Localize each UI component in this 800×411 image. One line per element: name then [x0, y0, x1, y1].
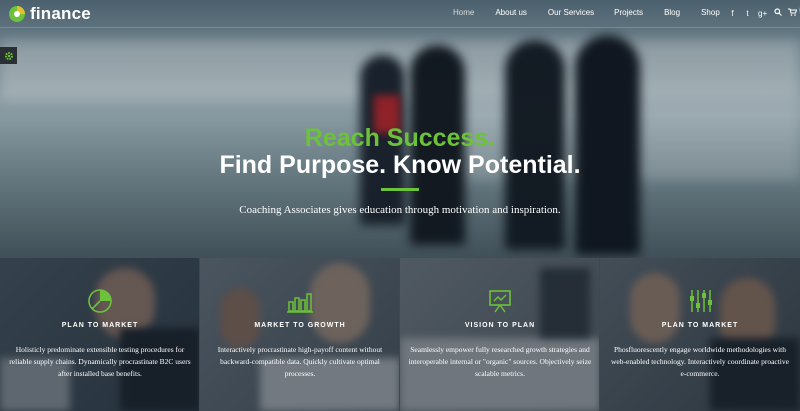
feature-card[interactable]: MARKET TO GROWTH Interactively procrasti… [200, 258, 400, 411]
card-title: PLAN TO MARKET [61, 322, 139, 329]
card-title: PLAN TO MARKET [661, 322, 739, 329]
settings-toggle[interactable] [0, 47, 17, 64]
nav-item-services[interactable]: Our Services [548, 8, 594, 17]
nav-item-about[interactable]: About us [495, 8, 527, 17]
site-logo[interactable]: finance [8, 4, 91, 24]
cart-icon[interactable] [788, 8, 798, 18]
hero-title-accent: Reach Success. [304, 124, 496, 152]
brand-name: finance [30, 4, 91, 23]
nav-item-shop[interactable]: Shop [701, 8, 720, 17]
twitter-icon[interactable]: t [743, 9, 752, 18]
facebook-icon[interactable]: f [728, 9, 737, 18]
site-header: finance Home About us Our Services Proje… [0, 0, 800, 28]
google-plus-icon[interactable]: g+ [758, 9, 767, 18]
pie-chart-icon [88, 289, 112, 313]
presentation-board-icon [489, 290, 511, 313]
card-title: VISION TO PLAN [464, 322, 536, 329]
card-title: MARKET TO GROWTH [254, 322, 346, 329]
hero-subtitle: Coaching Associates gives education thro… [239, 204, 561, 216]
social-links: f t g+ [728, 8, 798, 18]
card-text: Holisticly predominate extensible testin… [9, 345, 191, 378]
feature-card[interactable]: PLAN TO MARKET Holisticly predominate ex… [0, 258, 200, 411]
feature-cards: PLAN TO MARKET Holisticly predominate ex… [0, 258, 800, 411]
nav-item-blog[interactable]: Blog [664, 8, 680, 17]
search-icon[interactable] [773, 8, 782, 18]
feature-card[interactable]: VISION TO PLAN Seamlessly empower fully … [400, 258, 600, 411]
bar-chart-icon [287, 293, 313, 313]
main-nav: Home About us Our Services Projects Blog… [447, 8, 720, 17]
nav-item-home[interactable]: Home [453, 8, 474, 17]
hero-divider [381, 188, 419, 191]
card-text: Phosfluorescently engage worldwide metho… [611, 345, 789, 378]
gear-icon [4, 51, 13, 60]
equalizer-icon [690, 290, 712, 312]
card-text: Interactively procrastinate high-payoff … [217, 345, 383, 378]
card-text: Seamlessly empower fully researched grow… [408, 345, 592, 378]
logo-icon [8, 5, 26, 23]
nav-item-projects[interactable]: Projects [614, 8, 643, 17]
hero-title: Find Purpose. Know Potential. [219, 151, 581, 179]
feature-card[interactable]: PLAN TO MARKET Phosfluorescently engage … [600, 258, 800, 411]
